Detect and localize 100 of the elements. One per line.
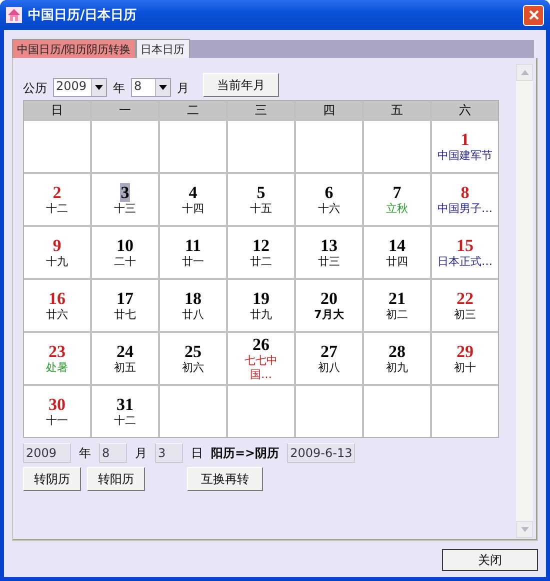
calendar-label: 公历 [23,80,47,97]
year-dropdown[interactable]: 2009 [53,78,107,97]
day-number[interactable]: 26 [252,335,270,354]
day-number[interactable]: 20 [320,289,338,308]
lunar-date: 廿六 [46,308,68,322]
calendar-cell[interactable]: 29 初十 [432,333,498,384]
calendar-cell [296,386,362,437]
lunar-date: 七七中国… [244,354,278,382]
calendar-cell[interactable]: 23 处暑 [24,333,90,384]
calendar-cell[interactable]: 28 初九 [364,333,430,384]
scroll-up-icon[interactable] [520,70,528,75]
calendar-cell[interactable]: 25 初六 [160,333,226,384]
year-field[interactable]: 2009 [23,443,71,463]
calendar-cell[interactable]: 14 廿四 [364,227,430,278]
calendar-cell[interactable]: 27 初八 [296,333,362,384]
day-number[interactable]: 1 [460,130,470,149]
calendar-cell[interactable]: 22 初三 [432,280,498,331]
calendar-cell[interactable]: 13 廿三 [296,227,362,278]
calendar-cell[interactable]: 2 十二 [24,174,90,225]
calendar-cell[interactable]: 26 七七中国… [228,333,294,384]
day-number[interactable]: 12 [252,236,270,255]
calendar-cell[interactable]: 5 十五 [228,174,294,225]
day-number[interactable]: 23 [48,342,66,361]
calendar-cell[interactable]: 6 十六 [296,174,362,225]
day-number[interactable]: 28 [388,342,406,361]
window-title: 中国日历/日本日历 [28,7,138,24]
day-number[interactable]: 31 [116,395,134,414]
scroll-down-icon[interactable] [520,527,528,532]
day-number[interactable]: 14 [388,236,406,255]
tab[interactable]: 日本日历 [136,39,190,58]
day-number[interactable]: 16 [48,289,66,308]
month-dropdown[interactable]: 8 [131,78,171,97]
day-number[interactable]: 30 [48,395,66,414]
day-number[interactable]: 11 [184,236,202,255]
calendar-cell[interactable]: 30 十一 [24,386,90,437]
day-number[interactable]: 8 [460,183,470,202]
calendar-cell [228,121,294,172]
day-number[interactable]: 21 [388,289,406,308]
lunar-date: 初八 [318,361,340,375]
day-number[interactable]: 29 [456,342,474,361]
day-field[interactable]: 3 [155,443,183,463]
calendar-cell[interactable]: 17 廿七 [92,280,158,331]
convert-button[interactable]: 转阳历 [87,467,145,491]
day-number[interactable]: 13 [320,236,338,255]
day-number[interactable]: 4 [188,183,198,202]
day-number[interactable]: 15 [456,236,474,255]
day-number[interactable]: 3 [120,183,130,202]
lunar-date: 日本正式… [438,255,492,269]
day-number[interactable]: 17 [116,289,134,308]
calendar-cell [296,121,362,172]
lunar-date: 初三 [454,308,476,322]
day-number[interactable]: 5 [256,183,266,202]
calendar-cell[interactable]: 10 二十 [92,227,158,278]
calendar-cell[interactable]: 9 十九 [24,227,90,278]
calendar-cell[interactable]: 31 十二 [92,386,158,437]
calendar-cell[interactable]: 3 十三 [92,174,158,225]
calendar-cell[interactable]: 24 初五 [92,333,158,384]
calendar-cell [24,121,90,172]
lunar-date: 中国男子… [438,202,492,216]
lunar-date: 初五 [114,361,136,375]
house-icon [6,7,22,23]
lunar-date: 初二 [386,308,408,322]
calendar-cell[interactable]: 21 初二 [364,280,430,331]
calendar-cell [160,386,226,437]
day-number[interactable]: 6 [324,183,334,202]
current-month-button[interactable]: 当前年月 [203,73,279,97]
day-number[interactable]: 24 [116,342,134,361]
tab[interactable]: 中国日历/阳历阴历转换 [12,39,136,58]
day-number[interactable]: 25 [184,342,202,361]
day-number[interactable]: 22 [456,289,474,308]
calendar-cell[interactable]: 1 中国建军节 [432,121,498,172]
close-icon[interactable] [523,4,544,26]
calendar-cell[interactable]: 15 日本正式… [432,227,498,278]
calendar-cell[interactable]: 16 廿六 [24,280,90,331]
day-number[interactable]: 7 [392,183,402,202]
calendar-cell[interactable]: 7 立秋 [364,174,430,225]
convert-button[interactable]: 互换再转 [187,467,263,491]
lunar-date: 廿二 [250,255,272,269]
calendar-cell[interactable]: 18 廿八 [160,280,226,331]
month-field[interactable]: 8 [99,443,127,463]
day-number[interactable]: 9 [52,236,62,255]
result-field[interactable]: 2009-6-13 [287,443,356,463]
close-button[interactable]: 关闭 [442,549,538,571]
day-number[interactable]: 2 [52,183,62,202]
calendar-cell[interactable]: 19 廿九 [228,280,294,331]
day-label: 日 [191,444,203,462]
direction-label: 阳历=>阴历 [211,444,280,462]
lunar-date: 廿七 [114,308,136,322]
calendar-cell[interactable]: 11 廿一 [160,227,226,278]
calendar-cell[interactable]: 4 十四 [160,174,226,225]
day-number[interactable]: 27 [320,342,338,361]
day-number[interactable]: 10 [116,236,134,255]
calendar-cell [364,386,430,437]
day-number[interactable]: 19 [252,289,270,308]
calendar-cell[interactable]: 12 廿二 [228,227,294,278]
day-number[interactable]: 18 [184,289,202,308]
calendar-cell[interactable]: 20 7月大 [296,280,362,331]
lunar-date: 十五 [250,202,272,216]
calendar-cell[interactable]: 8 中国男子… [432,174,498,225]
convert-button[interactable]: 转阴历 [23,467,81,491]
